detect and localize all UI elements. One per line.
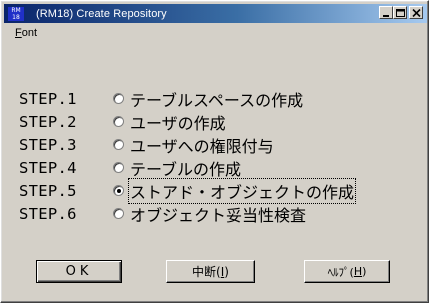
step-row[interactable]: STEP.1 テーブルスペースの作成 xyxy=(19,87,355,110)
step-label: STEP.5 xyxy=(19,181,77,200)
step-row[interactable]: STEP.3 ユーザへの権限付与 xyxy=(19,133,355,156)
step-option-label[interactable]: オブジェクト妥当性検査 xyxy=(129,202,307,226)
help-accelerator: H xyxy=(353,265,363,278)
maximize-button[interactable] xyxy=(393,6,407,19)
step-label: STEP.1 xyxy=(19,89,77,108)
create-repository-window: RM 18 (RM18) Create Repository Font STEP… xyxy=(0,0,429,303)
minimize-icon xyxy=(383,15,389,17)
step-option-label[interactable]: ストアド・オブジェクトの作成 xyxy=(127,177,357,204)
step-label: STEP.6 xyxy=(19,204,77,223)
step-row[interactable]: STEP.4 テーブルの作成 xyxy=(19,156,355,179)
help-label-end: ) xyxy=(362,265,367,278)
menu-font-rest: ont xyxy=(21,27,38,39)
step-option-label[interactable]: ユーザの作成 xyxy=(129,110,227,134)
step-label: STEP.3 xyxy=(19,135,77,154)
abort-label-main: 中断( xyxy=(192,265,221,279)
abort-button[interactable]: 中断(I) xyxy=(166,260,255,283)
window-title: (RM18) Create Repository xyxy=(36,7,167,20)
maximize-icon xyxy=(396,9,405,17)
menu-bar: Font xyxy=(14,25,38,43)
app-icon: RM 18 xyxy=(8,6,24,21)
abort-label-end: ) xyxy=(224,264,229,279)
step-radio-button[interactable] xyxy=(113,116,124,127)
close-button[interactable] xyxy=(409,6,423,19)
step-radio-button[interactable] xyxy=(113,162,124,173)
minimize-button[interactable] xyxy=(379,6,393,19)
help-label-main: ﾍﾙﾌﾟ( xyxy=(327,265,354,279)
step-option-label[interactable]: テーブルの作成 xyxy=(129,156,242,180)
ok-button[interactable]: OK xyxy=(36,260,122,283)
app-icon-text-bottom: 18 xyxy=(12,13,20,21)
step-row[interactable]: STEP.5 ストアド・オブジェクトの作成 xyxy=(19,177,357,204)
app-icon-text-top: RM xyxy=(11,6,21,14)
title-bar[interactable]: RM 18 (RM18) Create Repository xyxy=(4,4,427,23)
close-icon xyxy=(412,9,421,17)
window-controls xyxy=(379,6,423,19)
step-list: STEP.1 テーブルスペースの作成 STEP.2 ユーザの作成 STEP.3 ユーザへの… xyxy=(19,87,357,225)
help-button[interactable]: ﾍﾙﾌﾟ(H) xyxy=(304,260,390,283)
step-row[interactable]: STEP.6 オブジェクト妥当性検査 xyxy=(19,202,355,225)
step-radio-button[interactable] xyxy=(113,93,124,104)
step-row[interactable]: STEP.2 ユーザの作成 xyxy=(19,110,355,133)
step-label: STEP.2 xyxy=(19,112,77,131)
step-radio-button[interactable] xyxy=(113,185,124,196)
step-radio-button[interactable] xyxy=(113,139,124,150)
step-option-label[interactable]: テーブルスペースの作成 xyxy=(129,87,304,111)
step-option-label[interactable]: ユーザへの権限付与 xyxy=(129,133,275,157)
menu-font[interactable]: Font xyxy=(14,25,38,41)
step-label: STEP.4 xyxy=(19,158,77,177)
step-radio-button[interactable] xyxy=(113,208,124,219)
menu-font-accelerator: F xyxy=(15,27,22,39)
